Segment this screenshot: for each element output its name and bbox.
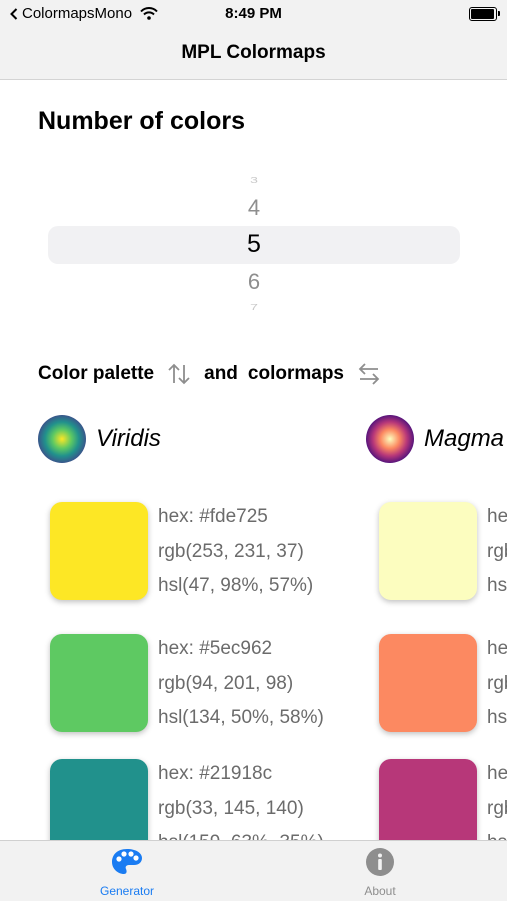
picker-option[interactable]: 3	[48, 175, 460, 185]
color-palette-label: Color palette	[38, 363, 155, 384]
color-info: hex rgb hsl	[487, 500, 507, 604]
reverse-palette-icon[interactable]	[166, 361, 192, 387]
color-swatch[interactable]	[379, 759, 477, 840]
colormap-header-magma[interactable]: Magma	[366, 414, 504, 464]
swap-colormaps-icon[interactable]	[356, 361, 382, 387]
tab-generator[interactable]: Generator	[67, 847, 187, 898]
color-info: hex: #fde725 rgb(253, 231, 37) hsl(47, 9…	[158, 500, 313, 604]
hex-value: hex: #fde725	[158, 506, 268, 527]
hsl-value: hsl(134, 50%, 58%)	[158, 707, 324, 728]
hex-value: hex	[487, 763, 507, 784]
magma-gradient-icon	[366, 415, 414, 463]
info-icon	[366, 848, 394, 876]
palette-controls: Color palette and colormaps	[38, 360, 382, 388]
tab-label: Generator	[99, 884, 155, 898]
colormaps-label: colormaps	[247, 363, 344, 384]
color-swatch[interactable]	[50, 634, 148, 732]
viridis-gradient-icon	[38, 415, 86, 463]
hsl-value: hsl(47, 98%, 57%)	[158, 575, 314, 596]
hex-value: hex: #21918c	[158, 763, 273, 784]
tab-about[interactable]: About	[320, 847, 440, 898]
rgb-value: rgb(253, 231, 37)	[158, 540, 304, 562]
picker-option[interactable]: 4	[48, 195, 460, 221]
color-info: hex rgb hsl	[487, 757, 507, 840]
navigation-bar: MPL Colormaps	[0, 30, 507, 80]
color-info: hex rgb hsl	[487, 632, 507, 736]
section-title-number-of-colors: Number of colors	[38, 107, 245, 135]
picker-option-selected[interactable]: 5	[48, 230, 460, 259]
hsl-value: hsl	[487, 826, 507, 840]
color-swatch[interactable]	[379, 502, 477, 600]
color-swatch[interactable]	[50, 502, 148, 600]
rgb-value: rgb	[487, 672, 507, 694]
hsl-value: hsl	[487, 707, 507, 728]
hsl-value: hsl	[487, 575, 507, 596]
colormap-name: Magma	[424, 425, 505, 452]
nav-title: MPL Colormaps	[181, 42, 326, 63]
number-of-colors-picker[interactable]: 3 4 5 6 7	[48, 172, 460, 322]
colormap-header-viridis[interactable]: Viridis	[38, 414, 161, 464]
rgb-value: rgb(33, 145, 140)	[158, 797, 304, 819]
battery-icon	[469, 7, 500, 21]
rgb-value: rgb	[487, 797, 507, 819]
color-swatch[interactable]	[50, 759, 148, 840]
status-bar: ColormapsMono 8:49 PM	[0, 0, 507, 30]
color-info: hex: #5ec962 rgb(94, 201, 98) hsl(134, 5…	[158, 632, 324, 736]
colormap-name: Viridis	[96, 425, 161, 452]
rgb-value: rgb(94, 201, 98)	[158, 672, 294, 694]
hex-value: hex	[487, 506, 507, 527]
tab-label: About	[364, 884, 396, 898]
tab-bar: Generator About	[0, 840, 507, 901]
main-content[interactable]: Number of colors 3 4 5 6 7 Color palette…	[0, 80, 507, 840]
picker-option[interactable]: 6	[48, 269, 460, 295]
hex-value: hex: #5ec962	[158, 638, 273, 659]
status-time: 8:49 PM	[225, 5, 282, 22]
color-info: hex: #21918c rgb(33, 145, 140) hsl(159, …	[158, 757, 324, 840]
color-swatch[interactable]	[379, 634, 477, 732]
picker-option[interactable]: 7	[48, 302, 460, 312]
and-label: and	[204, 363, 238, 384]
hsl-value: hsl(159, 63%, 35%)	[158, 826, 324, 840]
palette-icon	[112, 849, 142, 874]
rgb-value: rgb	[487, 540, 507, 562]
hex-value: hex	[487, 638, 507, 659]
